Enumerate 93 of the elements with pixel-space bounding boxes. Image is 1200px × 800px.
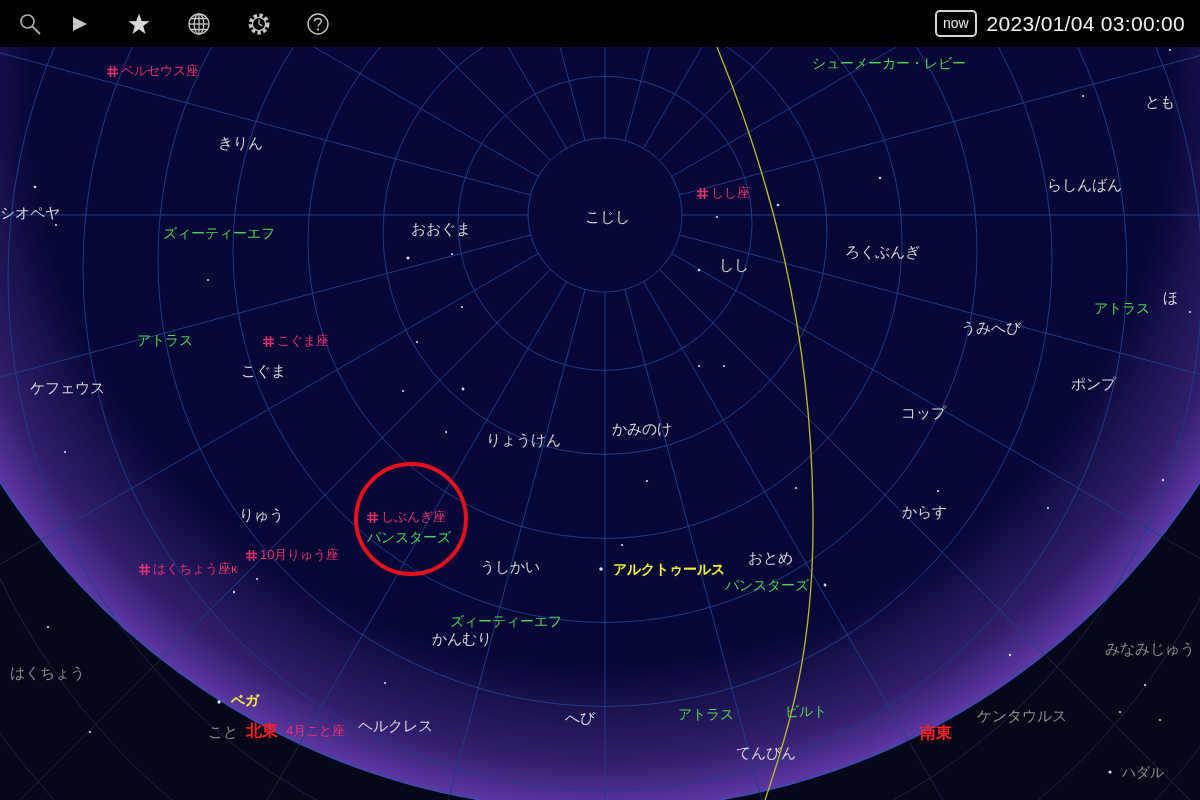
constellation-label: コップ [901,405,946,421]
star-dot [1188,310,1192,314]
constellation-label: みなみじゅう [1105,641,1195,657]
star-dot [776,203,780,207]
star-dot [620,543,624,547]
constellation-label: シオペヤ [0,205,60,221]
star-dot [1118,710,1122,714]
star-dot [878,176,882,180]
star-dot [63,450,67,454]
constellation-label: しし [719,257,749,273]
constellation-label: きりん [218,135,263,151]
constellation-label: からす [902,504,947,520]
constellation-label: うみへび [961,320,1021,336]
star-dot [697,268,701,272]
now-button[interactable]: now [934,10,977,37]
star-label: ベガ [231,692,259,708]
constellation-label: とも [1145,94,1175,110]
star-dot [206,278,210,282]
star-dot [645,479,649,483]
star-dot [217,700,221,704]
star-dot [1161,478,1165,482]
search-icon[interactable] [19,12,41,35]
star-dot [461,387,465,391]
star-dot [444,430,448,434]
star-dot [33,185,37,189]
constellation-label: ほ [1163,290,1178,306]
comet-label: パンスターズ [725,577,809,593]
constellation-label: うしかい [480,559,540,575]
meteor-shower-label: ペルセウス座 [121,63,199,79]
star-dot [599,567,603,571]
star-dot [1046,506,1050,510]
constellation-label: ケンタウルス [977,708,1067,724]
star-dot [715,215,719,219]
meteor-shower-label: しし座 [711,185,750,201]
constellation-label: おとめ [748,550,793,566]
star-dot [88,730,92,734]
star-dot [794,486,798,490]
star-dot [722,364,726,368]
meteor-shower-label: しぶんぎ座 [381,509,446,525]
constellation-label: こと [208,724,238,740]
constellation-label: かみのけ [612,421,672,437]
star-dot [383,681,387,685]
star-dot [46,625,50,629]
meteor-shower-label: 4月こと座 [286,723,346,739]
comet-label: ズィーティーエフ [450,613,562,629]
comet-label: アトラス [1094,300,1150,316]
star-label: アルクトゥールス [613,561,725,577]
star-dot [54,223,58,227]
star-dot [1008,653,1012,657]
star-dot [1168,48,1172,52]
star-dot [450,252,454,256]
globe-icon[interactable] [188,12,210,35]
comet-label: シューメーカー・レビー [812,55,966,71]
constellation-label: こじし [585,209,630,225]
meteor-shower-label: こぐま座 [277,333,329,349]
constellation-label: はくちょう [10,665,85,681]
comet-label: アトラス [137,332,193,348]
comet-label: アトラス [678,706,734,722]
star-dot [697,364,701,368]
star-dot [401,389,405,393]
star-label: ハダル [1122,764,1164,780]
star-dot [1158,718,1162,722]
settings-icon[interactable] [248,12,270,35]
star-dot [1108,770,1112,774]
constellation-label: ろくぶんぎ [845,244,920,260]
play-icon[interactable] [72,15,88,32]
meteor-shower-label: 10月りゅう座 [260,547,340,563]
star-dot [255,577,259,581]
star-dot [232,590,236,594]
constellation-label: てんびん [736,745,796,761]
comet-label: ズィーティーエフ [163,225,275,241]
star-dot [936,489,940,493]
star-dot [406,256,410,260]
constellation-label: ケフェウス [30,380,105,396]
constellation-label: へび [565,710,595,726]
comet-label: パンスターズ [367,529,451,545]
star-dot [460,305,464,309]
constellation-label: こぐま [241,363,286,379]
constellation-label: らしんばん [1047,177,1122,193]
help-icon[interactable] [307,12,329,35]
constellation-label: かんむり [432,631,492,647]
star-dot [823,583,827,587]
constellation-label: ポンプ [1071,376,1116,392]
constellation-label: ヘルクレス [358,718,433,734]
datetime-label: 2023/01/04 03:00:00 [986,11,1185,36]
star-dot [415,340,419,344]
constellation-label: りょうけん [486,432,561,448]
meteor-shower-label: はくちょう座κ [153,561,238,577]
constellation-label: りゅう [239,507,284,523]
star-dot [1081,94,1085,98]
star-dot [1143,683,1147,687]
star-icon[interactable] [128,12,150,35]
constellation-label: おおぐま [411,221,471,237]
